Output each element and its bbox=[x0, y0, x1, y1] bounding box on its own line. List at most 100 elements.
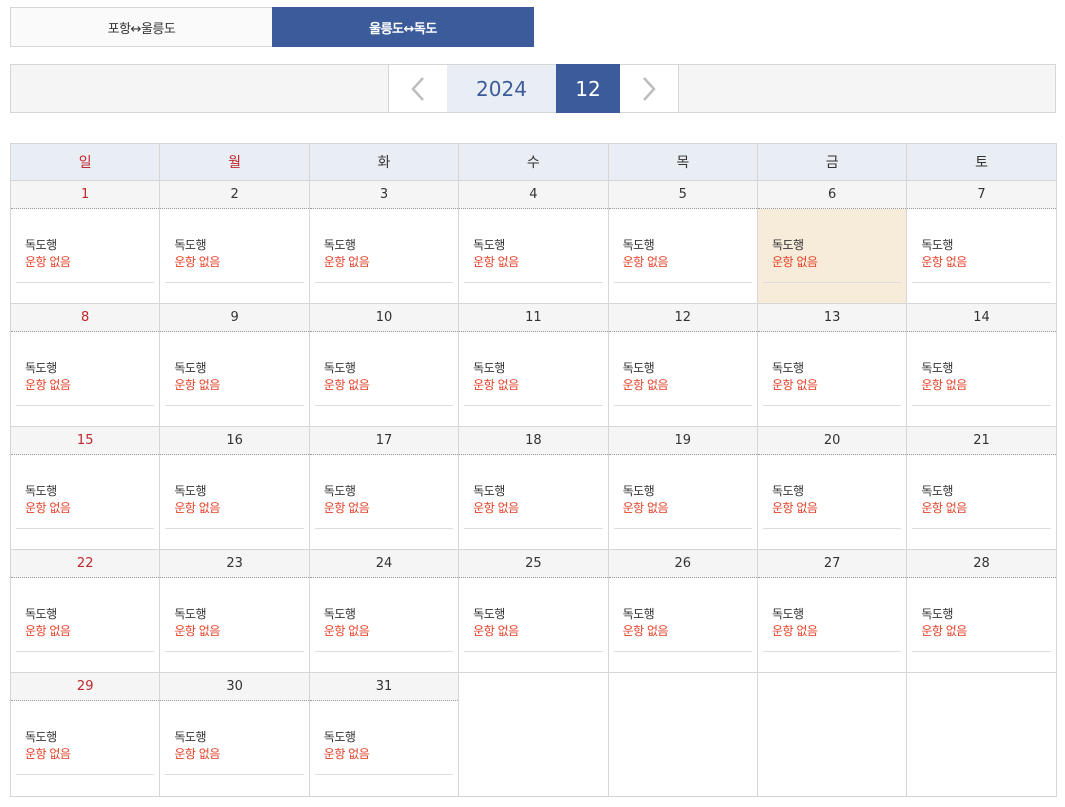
calendar-day-cell[interactable]: 16 독도행 운항 없음 bbox=[159, 426, 310, 550]
schedule-entry[interactable]: 독도행 운항 없음 bbox=[613, 360, 752, 406]
month-navigation: 2024 12 bbox=[10, 64, 1056, 113]
day-schedule: 독도행 운항 없음 bbox=[11, 578, 159, 672]
schedule-entry[interactable]: 독도행 운항 없음 bbox=[16, 606, 155, 652]
schedule-entry[interactable]: 독도행 운항 없음 bbox=[314, 606, 454, 652]
calendar-day-cell[interactable]: 14 독도행 운항 없음 bbox=[906, 303, 1057, 427]
day-schedule: 독도행 운항 없음 bbox=[459, 209, 607, 303]
schedule-entry[interactable]: 독도행 운항 없음 bbox=[165, 237, 304, 283]
schedule-entry[interactable]: 독도행 운항 없음 bbox=[314, 729, 454, 775]
schedule-entry[interactable]: 독도행 운항 없음 bbox=[165, 606, 304, 652]
prev-month-button[interactable] bbox=[388, 64, 447, 113]
schedule-entry[interactable]: 독도행 운항 없음 bbox=[912, 360, 1051, 406]
tab-ulleungdo-dokdo[interactable]: 울릉도↔독도 bbox=[272, 7, 534, 47]
day-number: 14 bbox=[907, 304, 1056, 332]
calendar-day-cell[interactable]: 30 독도행 운항 없음 bbox=[159, 672, 310, 797]
schedule-entry[interactable]: 독도행 운항 없음 bbox=[912, 606, 1051, 652]
schedule-entry[interactable]: 독도행 운항 없음 bbox=[762, 237, 902, 283]
tab-pohang-ulleungdo[interactable]: 포항↔울릉도 bbox=[10, 7, 272, 47]
schedule-entry[interactable]: 독도행 운항 없음 bbox=[464, 237, 603, 283]
day-number: 25 bbox=[459, 550, 608, 578]
calendar-day-cell[interactable]: 6 독도행 운항 없음 bbox=[756, 180, 908, 304]
weekday-thu: 목 bbox=[607, 143, 758, 181]
schedule-entry[interactable]: 독도행 운항 없음 bbox=[464, 483, 603, 529]
calendar-day-cell[interactable]: 5 독도행 운항 없음 bbox=[607, 180, 758, 304]
calendar-day-cell[interactable]: 19 독도행 운항 없음 bbox=[607, 426, 758, 550]
schedule-entry[interactable]: 독도행 운항 없음 bbox=[762, 606, 902, 652]
calendar-day-cell[interactable]: 23 독도행 운항 없음 bbox=[159, 549, 310, 673]
destination-label: 독도행 bbox=[323, 607, 356, 621]
destination-label: 독도행 bbox=[174, 361, 207, 375]
schedule-entry[interactable]: 독도행 운항 없음 bbox=[762, 360, 902, 406]
calendar-day-cell[interactable]: 7 독도행 운항 없음 bbox=[906, 180, 1057, 304]
calendar-day-cell[interactable]: 9 독도행 운항 없음 bbox=[159, 303, 310, 427]
calendar-day-cell[interactable]: 26 독도행 운항 없음 bbox=[607, 549, 758, 673]
calendar-day-cell[interactable]: 28 독도행 운항 없음 bbox=[906, 549, 1057, 673]
calendar-day-cell[interactable]: 10 독도행 운항 없음 bbox=[308, 303, 460, 427]
calendar-week-row: 8 독도행 운항 없음 9 독도행 운항 없음 10 독도행 운항 없음 11 독도행 운항 없음 12… bbox=[9, 303, 1057, 427]
schedule-entry[interactable]: 독도행 운항 없음 bbox=[912, 237, 1051, 283]
schedule-entry[interactable]: 독도행 운항 없음 bbox=[912, 483, 1051, 529]
calendar-day-cell[interactable]: 20 독도행 운항 없음 bbox=[756, 426, 908, 550]
schedule-entry[interactable]: 독도행 운항 없음 bbox=[762, 483, 902, 529]
schedule-entry[interactable]: 독도행 운항 없음 bbox=[314, 237, 454, 283]
day-number: 28 bbox=[907, 550, 1056, 578]
schedule-entry[interactable]: 독도행 운항 없음 bbox=[314, 360, 454, 406]
calendar-day-cell[interactable]: 3 독도행 운항 없음 bbox=[308, 180, 460, 304]
calendar-day-cell[interactable]: 18 독도행 운항 없음 bbox=[458, 426, 609, 550]
schedule-entry[interactable]: 독도행 운항 없음 bbox=[464, 606, 603, 652]
day-number: 17 bbox=[309, 427, 459, 455]
day-schedule: 독도행 운항 없음 bbox=[757, 209, 907, 303]
schedule-entry[interactable]: 독도행 운항 없음 bbox=[613, 606, 752, 652]
calendar-day-cell[interactable]: 25 독도행 운항 없음 bbox=[458, 549, 609, 673]
calendar-day-cell[interactable]: 21 독도행 운항 없음 bbox=[906, 426, 1057, 550]
month-display: 12 bbox=[556, 64, 620, 113]
schedule-entry[interactable]: 독도행 운항 없음 bbox=[165, 360, 304, 406]
calendar-day-cell[interactable]: 13 독도행 운항 없음 bbox=[756, 303, 908, 427]
schedule-entry[interactable]: 독도행 운항 없음 bbox=[613, 237, 752, 283]
schedule-entry[interactable]: 독도행 운항 없음 bbox=[16, 483, 155, 529]
calendar-day-cell[interactable]: 17 독도행 운항 없음 bbox=[308, 426, 460, 550]
service-status: 운항 없음 bbox=[771, 378, 818, 392]
calendar-day-cell[interactable]: 22 독도행 운항 없음 bbox=[9, 549, 161, 673]
day-schedule: 독도행 운항 없음 bbox=[609, 578, 757, 672]
calendar-day-cell[interactable]: 4 독도행 운항 없음 bbox=[458, 180, 609, 304]
calendar-day-cell[interactable]: 29 독도행 운항 없음 bbox=[9, 672, 161, 797]
schedule-entry[interactable]: 독도행 운항 없음 bbox=[314, 483, 454, 529]
destination-label: 독도행 bbox=[771, 607, 804, 621]
calendar-day-cell[interactable]: 15 독도행 운항 없음 bbox=[9, 426, 161, 550]
destination-label: 독도행 bbox=[921, 607, 953, 621]
service-status: 운항 없음 bbox=[771, 501, 818, 515]
schedule-entry[interactable]: 독도행 운항 없음 bbox=[16, 360, 155, 406]
day-schedule: 독도행 운항 없음 bbox=[758, 332, 906, 426]
schedule-entry[interactable]: 독도행 운항 없음 bbox=[464, 360, 603, 406]
calendar-day-cell[interactable]: 31 독도행 운항 없음 bbox=[308, 672, 460, 797]
day-number: 19 bbox=[608, 427, 757, 455]
schedule-entry[interactable]: 독도행 운항 없음 bbox=[16, 729, 155, 775]
day-number: 18 bbox=[459, 427, 608, 455]
service-status: 운항 없음 bbox=[25, 501, 71, 515]
day-number: 29 bbox=[11, 673, 160, 701]
day-number: 4 bbox=[459, 181, 608, 209]
calendar-day-cell[interactable]: 2 독도행 운항 없음 bbox=[159, 180, 310, 304]
destination-label: 독도행 bbox=[921, 484, 953, 498]
calendar-day-cell[interactable]: 1 독도행 운항 없음 bbox=[9, 180, 161, 304]
day-schedule: 독도행 운항 없음 bbox=[160, 209, 308, 303]
day-number: 23 bbox=[160, 550, 309, 578]
calendar-day-cell[interactable]: 12 독도행 운항 없음 bbox=[607, 303, 758, 427]
day-number: 12 bbox=[608, 304, 757, 332]
calendar-day-cell[interactable]: 8 독도행 운항 없음 bbox=[9, 303, 161, 427]
schedule-entry[interactable]: 독도행 운항 없음 bbox=[165, 729, 304, 775]
calendar-day-cell[interactable]: 24 독도행 운항 없음 bbox=[308, 549, 460, 673]
destination-label: 독도행 bbox=[323, 484, 356, 498]
schedule-entry[interactable]: 독도행 운항 없음 bbox=[613, 483, 752, 529]
destination-label: 독도행 bbox=[921, 361, 953, 375]
year-display: 2024 bbox=[447, 64, 556, 113]
next-month-button[interactable] bbox=[620, 64, 679, 113]
day-number: 6 bbox=[757, 181, 907, 209]
weekday-mon: 월 bbox=[159, 143, 310, 181]
calendar-day-cell[interactable]: 11 독도행 운항 없음 bbox=[458, 303, 609, 427]
schedule-entry[interactable]: 독도행 운항 없음 bbox=[16, 237, 155, 283]
calendar-day-cell[interactable]: 27 독도행 운항 없음 bbox=[756, 549, 908, 673]
calendar-empty-cell bbox=[458, 672, 609, 797]
schedule-entry[interactable]: 독도행 운항 없음 bbox=[165, 483, 304, 529]
